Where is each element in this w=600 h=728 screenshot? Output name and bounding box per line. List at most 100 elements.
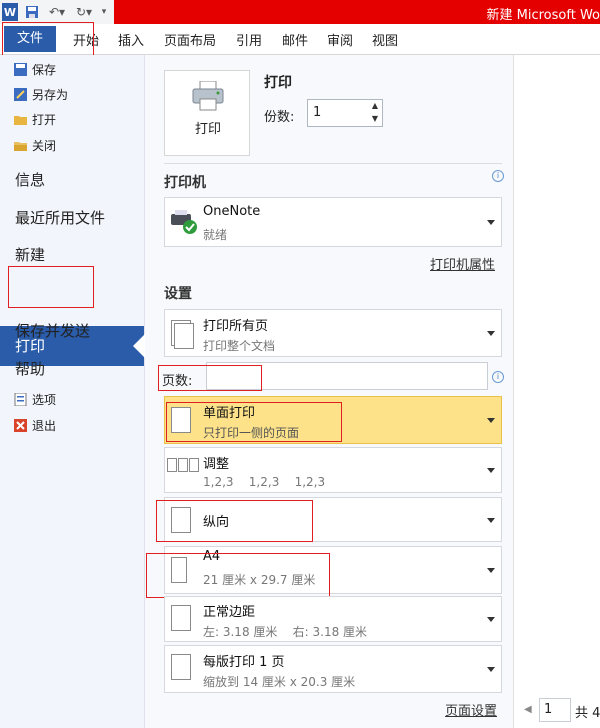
chevron-down-icon (487, 617, 495, 622)
nav-save-as[interactable]: 另存为 (14, 86, 68, 103)
tab-file[interactable]: 文件 (4, 26, 56, 52)
print-preview-area (513, 55, 600, 728)
collate-title: 调整 (203, 457, 230, 472)
chevron-down-icon (487, 220, 495, 225)
stepper-down-icon[interactable]: ▼ (372, 114, 378, 123)
nav-new[interactable]: 新建 (15, 244, 45, 265)
margins-title: 正常边距 (203, 605, 256, 620)
print-button-label: 打印 (194, 122, 221, 137)
save-icon (14, 63, 28, 76)
paper-size-subtitle: 21 厘米 x 29.7 厘米 (203, 573, 316, 587)
orientation-title: 纵向 (203, 515, 230, 530)
save-as-icon (14, 88, 28, 101)
printer-dropdown[interactable]: OneNote 就绪 (164, 197, 502, 247)
collate-page-icon (167, 458, 177, 472)
tab-mailings[interactable]: 邮件 (282, 30, 308, 49)
print-range-subtitle: 打印整个文档 (203, 339, 276, 353)
nav-close[interactable]: 关闭 (14, 137, 56, 154)
pages-per-sheet-title: 每版打印 1 页 (203, 655, 285, 670)
save-quick-icon[interactable] (24, 3, 40, 21)
nav-recent[interactable]: 最近所用文件 (15, 207, 105, 228)
current-page-input[interactable]: 1 (539, 698, 571, 722)
folder-close-icon (14, 139, 28, 152)
info-icon[interactable]: i (492, 170, 504, 182)
pages-icon-stack (174, 323, 194, 349)
print-range-title: 打印所有页 (203, 319, 269, 334)
paper-page-icon (171, 557, 187, 583)
orientation-dropdown[interactable]: 纵向 (164, 497, 502, 542)
divider (164, 163, 502, 164)
nav-info[interactable]: 信息 (15, 169, 45, 190)
printer-section-title: 打印机 (164, 175, 206, 191)
pages-input[interactable] (206, 362, 488, 390)
backstage-nav: 保存 另存为 打开 关闭 信息 最近所用文件 新建 打印 保存并发送 帮助 选项… (0, 55, 145, 728)
printer-status-icon (171, 210, 197, 234)
collate-subtitle: 1,2,3 1,2,3 1,2,3 (203, 475, 326, 489)
exit-icon (14, 419, 28, 432)
title-bar: W ↶▾ ↻▾ ▾ 新建 Microsoft Wo (0, 0, 600, 24)
tab-view[interactable]: 视图 (372, 30, 398, 49)
chevron-down-icon (487, 667, 495, 672)
chevron-down-icon (487, 468, 495, 473)
folder-open-icon (14, 113, 28, 126)
window-title: 新建 Microsoft Wo (486, 8, 600, 23)
sides-dropdown[interactable]: 单面打印 只打印一侧的页面 (164, 396, 502, 444)
page-setup-link[interactable]: 页面设置 (445, 700, 497, 719)
margins-subtitle: 左: 3.18 厘米 右: 3.18 厘米 (203, 625, 368, 639)
nav-help[interactable]: 帮助 (15, 358, 45, 379)
nav-save-send[interactable]: 保存并发送 (15, 320, 90, 341)
tab-page-layout[interactable]: 页面布局 (164, 30, 216, 49)
nav-close-label: 关闭 (32, 139, 57, 153)
printer-icon (192, 81, 224, 111)
ribbon-tabs: 文件 开始 插入 页面布局 引用 邮件 审阅 视图 (0, 24, 600, 55)
one-sided-page-icon (171, 407, 191, 433)
current-page-value: 1 (544, 702, 553, 717)
total-pages-label: 共 4 (575, 706, 600, 721)
collate-page-icon (178, 458, 188, 472)
nav-save-as-label: 另存为 (32, 88, 69, 102)
settings-section-title: 设置 (164, 286, 192, 302)
printer-status: 就绪 (203, 228, 228, 242)
nav-open-label: 打开 (32, 113, 57, 127)
nav-exit-label: 退出 (32, 419, 57, 433)
chevron-down-icon (487, 418, 495, 423)
selection-pointer (133, 334, 145, 358)
margins-dropdown[interactable]: 正常边距 左: 3.18 厘米 右: 3.18 厘米 (164, 596, 502, 642)
nav-save-label: 保存 (32, 63, 57, 77)
tab-references[interactable]: 引用 (236, 30, 262, 49)
portrait-page-icon (171, 507, 191, 533)
copies-label: 份数: (264, 110, 295, 125)
printer-properties-link[interactable]: 打印机属性 (430, 254, 495, 273)
nav-open[interactable]: 打开 (14, 111, 56, 128)
nav-save[interactable]: 保存 (14, 61, 56, 78)
pages-per-sheet-icon (171, 654, 191, 680)
chevron-down-icon (487, 331, 495, 336)
collate-dropdown[interactable]: 调整 1,2,3 1,2,3 1,2,3 (164, 447, 502, 493)
copies-value: 1 (313, 105, 322, 120)
tab-insert[interactable]: 插入 (118, 30, 144, 49)
print-button[interactable]: 打印 (164, 70, 250, 156)
options-icon (14, 392, 28, 407)
redo-icon[interactable]: ↻▾ (74, 3, 94, 21)
word-app-icon[interactable]: W (2, 3, 18, 21)
undo-icon[interactable]: ↶▾ (46, 3, 68, 21)
customize-quick-access-icon[interactable]: ▾ (98, 3, 110, 21)
pages-per-sheet-dropdown[interactable]: 每版打印 1 页 缩放到 14 厘米 x 20.3 厘米 (164, 645, 502, 693)
pages-label: 页数: (162, 374, 193, 389)
margins-page-icon (171, 605, 191, 631)
prev-page-icon[interactable]: ◀ (524, 704, 532, 715)
nav-options[interactable]: 选项 (14, 391, 56, 408)
info-icon[interactable]: i (492, 371, 504, 383)
sides-title: 单面打印 (203, 406, 256, 421)
chevron-down-icon (487, 517, 495, 523)
nav-exit[interactable]: 退出 (14, 417, 56, 434)
stepper-up-icon[interactable]: ▲ (372, 101, 378, 110)
pages-per-sheet-subtitle: 缩放到 14 厘米 x 20.3 厘米 (203, 675, 356, 689)
tab-review[interactable]: 审阅 (327, 30, 353, 49)
copies-stepper[interactable]: 1 ▲ ▼ (307, 99, 383, 127)
paper-size-title: A4 (203, 549, 221, 564)
print-range-dropdown[interactable]: 打印所有页 打印整个文档 (164, 309, 502, 357)
tab-home[interactable]: 开始 (73, 30, 99, 49)
collate-page-icon (189, 458, 199, 472)
paper-size-dropdown[interactable]: A4 21 厘米 x 29.7 厘米 (164, 546, 502, 594)
